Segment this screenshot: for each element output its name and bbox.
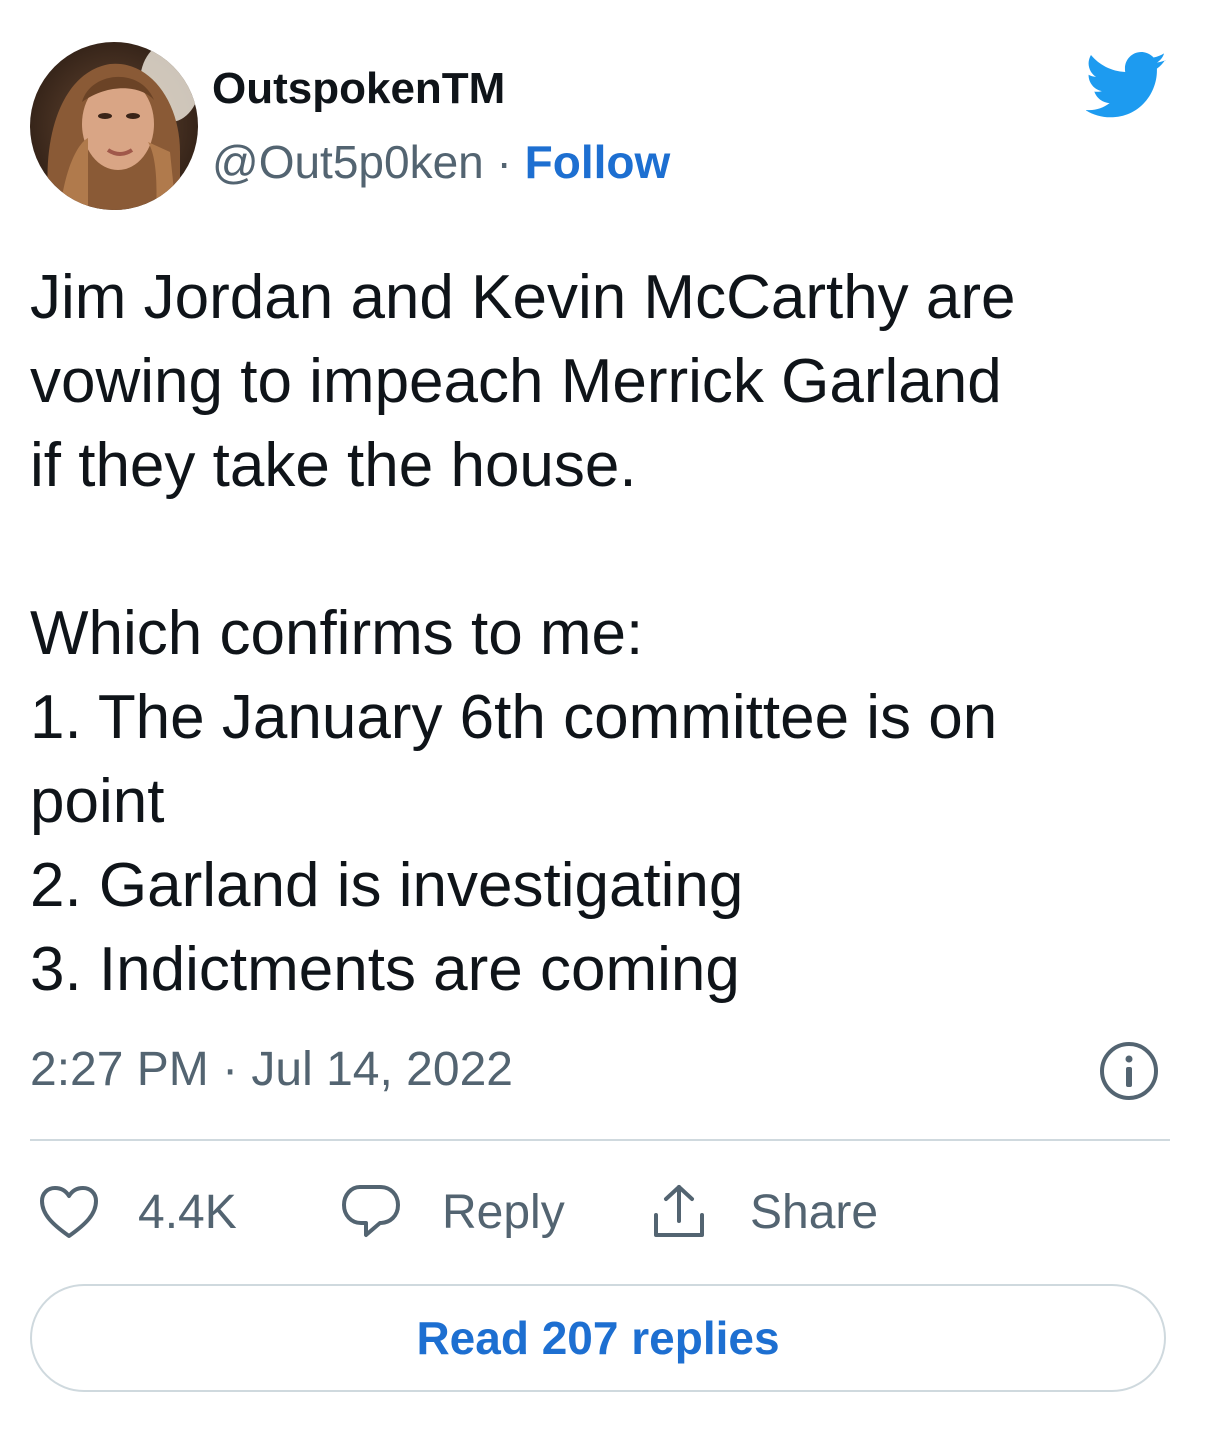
user-handle[interactable]: @Out5p0ken: [212, 136, 484, 188]
like-count: 4.4K: [138, 1185, 237, 1239]
divider: [30, 1139, 1170, 1141]
like-button[interactable]: 4.4K: [38, 1180, 237, 1244]
tweet-timestamp[interactable]: 2:27 PM · Jul 14, 2022: [30, 1040, 513, 1100]
tweet-card: OutspokenTM @Out5p0ken · Follow Jim Jord…: [0, 0, 1214, 1430]
share-button[interactable]: Share: [648, 1180, 878, 1244]
speech-bubble-icon: [342, 1185, 400, 1237]
avatar-image: [30, 42, 198, 210]
reply-button[interactable]: Reply: [340, 1180, 565, 1244]
reply-label: Reply: [442, 1185, 565, 1239]
separator-dot: ·: [496, 136, 512, 188]
tweet-text: Jim Jordan and Kevin McCarthy are vowing…: [30, 263, 1016, 1004]
read-replies-button[interactable]: Read 207 replies: [30, 1284, 1166, 1392]
read-replies-label: Read 207 replies: [416, 1312, 780, 1364]
twitter-bird-icon[interactable]: [1085, 52, 1168, 120]
user-display-name[interactable]: OutspokenTM: [212, 64, 505, 114]
share-upload-icon: [654, 1185, 704, 1237]
follow-link[interactable]: Follow: [525, 136, 671, 188]
handle-row: @Out5p0ken · Follow: [212, 134, 670, 190]
heart-icon: [40, 1186, 98, 1238]
avatar[interactable]: [30, 42, 198, 210]
info-icon[interactable]: [1098, 1040, 1160, 1102]
share-label: Share: [750, 1185, 879, 1239]
